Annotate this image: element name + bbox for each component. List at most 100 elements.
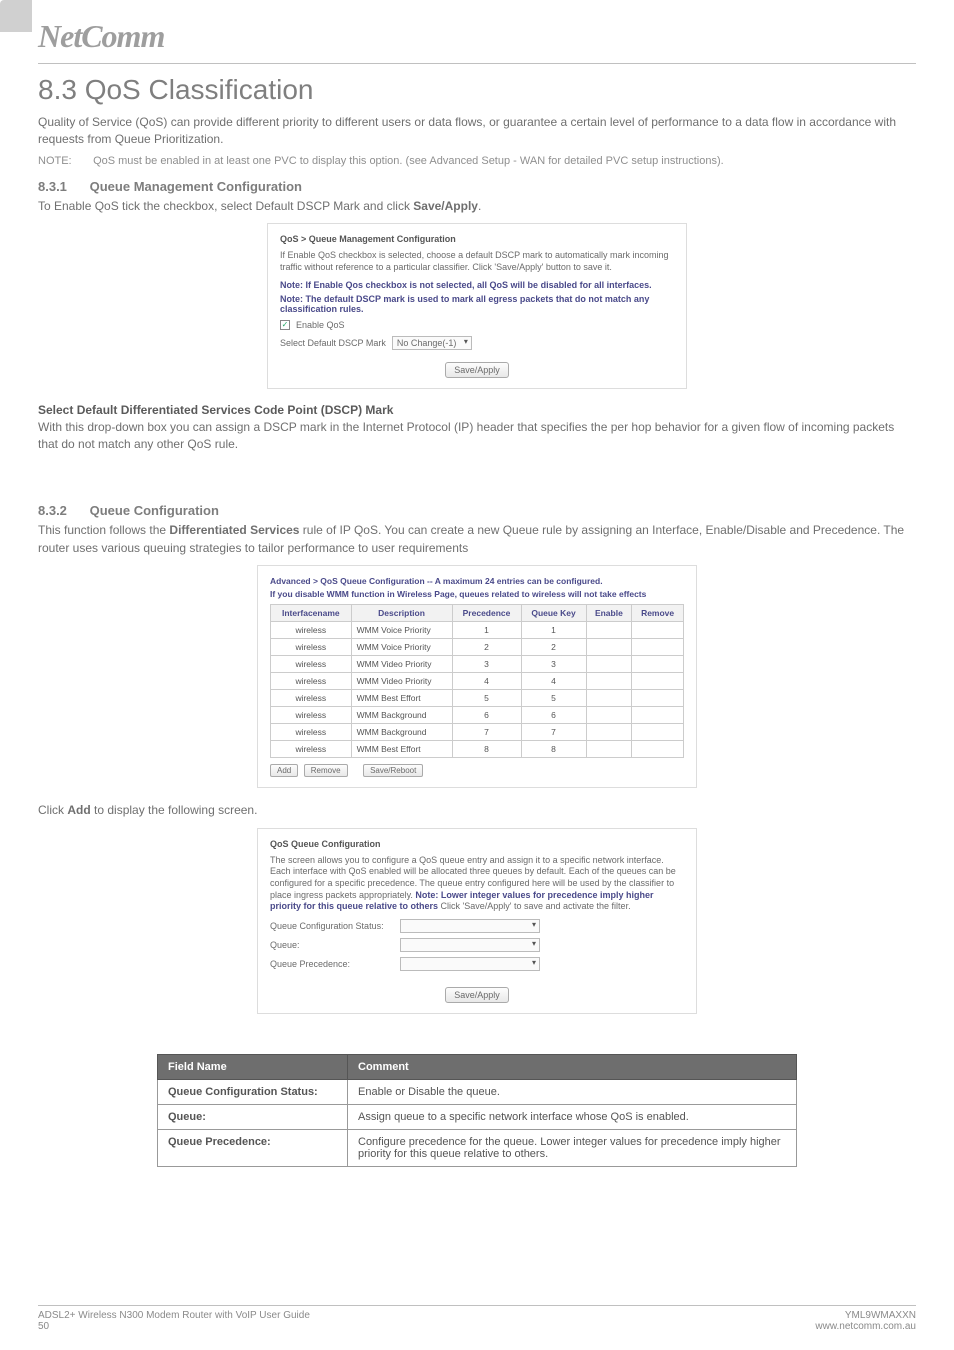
field-name-cell: Queue: [158,1105,348,1130]
cell-enable [586,622,632,639]
click-add-line: Click Add to display the following scree… [38,802,916,819]
screenshot-queue-config: QoS Queue Configuration The screen allow… [257,828,697,1014]
cell-queue-key: 3 [521,656,586,673]
qconfig-status-row: Queue Configuration Status: [270,919,684,933]
col-remove: Remove [632,605,684,622]
note-text: QoS must be enabled in at least one PVC … [93,155,724,167]
qconf-body: This function follows the Differentiated… [38,522,916,557]
cell-description: WMM Best Effort [351,690,452,707]
cell-interface: wireless [271,741,352,758]
queue-label: Queue: [270,940,400,950]
subsection-title: Queue Management Configuration [90,179,302,194]
save-apply-button[interactable]: Save/Apply [445,362,509,378]
table-row: Queue Precedence: Configure precedence f… [158,1130,797,1167]
ss1-checkbox-row: ✓ Enable QoS [280,320,674,330]
table-row: wireless WMM Video Priority 3 3 [271,656,684,673]
cell-remove [632,673,684,690]
page-footer: ADSL2+ Wireless N300 Modem Router with V… [38,1305,916,1332]
subsection-heading-qmc: 8.3.1 Queue Management Configuration [38,179,916,194]
cell-interface: wireless [271,707,352,724]
cell-enable [586,741,632,758]
dscp-label: Select Default DSCP Mark [280,338,386,348]
cell-remove [632,622,684,639]
cell-remove [632,639,684,656]
precedence-select[interactable] [400,957,540,971]
cell-queue-key: 2 [521,639,586,656]
subsection-number: 8.3.1 [38,179,86,194]
ss1-note1: Note: If Enable Qos checkbox is not sele… [280,280,674,290]
ss3-text: The screen allows you to configure a QoS… [270,855,684,913]
footer-right: YML9WMAXXN www.netcomm.com.au [815,1310,916,1332]
ss1-note2: Note: The default DSCP mark is used to m… [280,294,674,314]
cell-enable [586,656,632,673]
queue-select[interactable] [400,938,540,952]
brand-logo: NetComm [0,0,954,63]
save-apply-button[interactable]: Save/Apply [445,987,509,1003]
enable-instruction: To Enable QoS tick the checkbox, select … [38,198,916,215]
note-label: NOTE: [38,155,90,167]
divider [38,63,916,64]
col-comment: Comment [348,1055,797,1080]
ss2-button-row: Add Remove Save/Reboot [270,764,684,777]
footer-product: ADSL2+ Wireless N300 Modem Router with V… [38,1310,310,1321]
cell-description: WMM Voice Priority [351,622,452,639]
field-description-table: Field Name Comment Queue Configuration S… [157,1054,797,1167]
add-button[interactable]: Add [270,764,298,777]
field-name-cell: Queue Configuration Status: [158,1080,348,1105]
text-run: This function follows the [38,523,169,537]
cell-description: WMM Best Effort [351,741,452,758]
cell-precedence: 8 [452,741,521,758]
text-bold: Differentiated Services [169,523,299,537]
cell-description: WMM Voice Priority [351,639,452,656]
ss1-dscp-row: Select Default DSCP Mark No Change(-1) [280,336,674,350]
save-reboot-button[interactable]: Save/Reboot [363,764,423,777]
table-row: wireless WMM Background 6 6 [271,707,684,724]
table-row: wireless WMM Voice Priority 2 2 [271,639,684,656]
text-run: Click [38,803,67,817]
dscp-select[interactable]: No Change(-1) [392,336,472,350]
text-run: . [478,199,481,213]
table-row: wireless WMM Voice Priority 1 1 [271,622,684,639]
cell-remove [632,656,684,673]
status-label: Queue Configuration Status: [270,921,400,931]
screenshot-qos-management: QoS > Queue Management Configuration If … [267,223,687,388]
cell-remove [632,724,684,741]
cell-precedence: 6 [452,707,521,724]
cell-interface: wireless [271,724,352,741]
cell-interface: wireless [271,622,352,639]
text-bold: Save/Apply [413,199,478,213]
cell-description: WMM Video Priority [351,673,452,690]
cell-description: WMM Background [351,724,452,741]
note-line: NOTE: QoS must be enabled in at least on… [38,155,916,167]
col-queue-key: Queue Key [521,605,586,622]
cell-enable [586,724,632,741]
remove-button[interactable]: Remove [304,764,348,777]
footer-url: www.netcomm.com.au [815,1321,916,1332]
cell-enable [586,690,632,707]
cell-remove [632,690,684,707]
cell-enable [586,673,632,690]
cell-remove [632,707,684,724]
table-row: wireless WMM Video Priority 4 4 [271,673,684,690]
status-select[interactable] [400,919,540,933]
cell-precedence: 4 [452,673,521,690]
cell-queue-key: 7 [521,724,586,741]
text-run: to display the following screen. [91,803,258,817]
cell-interface: wireless [271,673,352,690]
ss2-header1: Advanced > QoS Queue Configuration -- A … [270,576,684,587]
col-precedence: Precedence [452,605,521,622]
cell-enable [586,707,632,724]
cell-interface: wireless [271,639,352,656]
footer-code: YML9WMAXXN [815,1310,916,1321]
text-run: Click 'Save/Apply' to save and activate … [438,901,631,911]
table-header-row: Field Name Comment [158,1055,797,1080]
cell-description: WMM Background [351,707,452,724]
cell-precedence: 3 [452,656,521,673]
enable-qos-checkbox[interactable]: ✓ [280,320,290,330]
cell-queue-key: 5 [521,690,586,707]
qconfig-precedence-row: Queue Precedence: [270,957,684,971]
cell-enable [586,639,632,656]
col-field-name: Field Name [158,1055,348,1080]
col-interface: Interfacename [271,605,352,622]
col-description: Description [351,605,452,622]
